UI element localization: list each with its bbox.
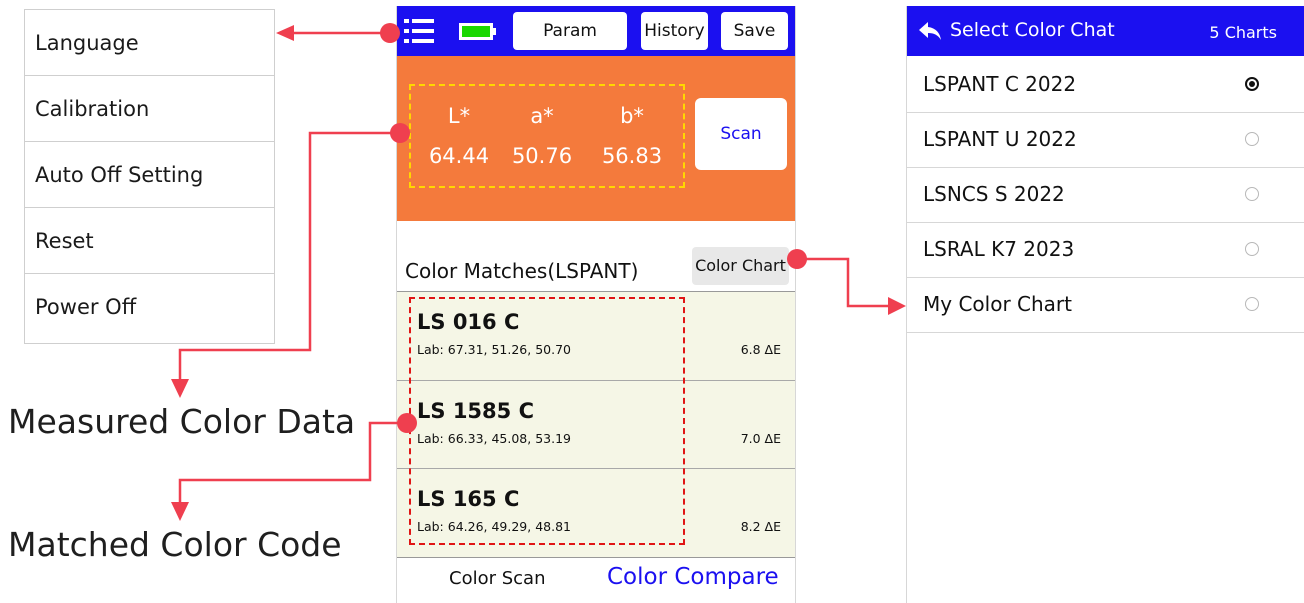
radio-unselected-icon[interactable] (1245, 242, 1259, 256)
bottom-tab-bar: Color Scan Color Compare (397, 557, 795, 603)
radio-unselected-icon[interactable] (1245, 187, 1259, 201)
l-star-label: L* (447, 104, 471, 128)
arrowhead-down-icon (171, 379, 189, 398)
top-toolbar: Param History Save (397, 6, 795, 56)
select-color-chart-screen: Select Color Chat 5 Charts LSPANT C 2022… (906, 6, 1304, 603)
arrowhead-right-icon (888, 297, 906, 315)
match-delta-e: 6.8 ΔE (740, 342, 781, 357)
chart-option-label: My Color Chart (923, 292, 1072, 316)
tab-color-scan[interactable]: Color Scan (449, 568, 545, 589)
menu-item-calibration[interactable]: Calibration (25, 76, 274, 142)
back-arrow-icon[interactable] (917, 18, 943, 44)
arrow-to-chart-select-line (797, 257, 893, 308)
battery-icon (459, 23, 496, 40)
menu-item-power-off[interactable]: Power Off (25, 274, 274, 340)
menu-item-auto-off-setting[interactable]: Auto Off Setting (25, 142, 274, 208)
menu-item-language[interactable]: Language (25, 10, 274, 76)
l-star-value: 64.44 (428, 144, 490, 168)
chart-option-label: LSPANT C 2022 (923, 72, 1077, 96)
callout-measured-color-data: Measured Color Data (8, 402, 356, 441)
chart-option-lspant-u-2022[interactable]: LSPANT U 2022 (907, 113, 1304, 168)
tab-color-compare[interactable]: Color Compare (607, 564, 779, 590)
measurement-panel: L* a* b* 64.44 50.76 56.83 Scan (397, 56, 795, 221)
chart-option-lspant-c-2022[interactable]: LSPANT C 2022 (907, 58, 1304, 113)
arrowhead-left-icon (276, 25, 294, 41)
arrowhead-down-icon (171, 502, 189, 521)
radio-selected-icon[interactable] (1245, 77, 1259, 91)
b-star-label: b* (620, 104, 644, 128)
menu-item-reset[interactable]: Reset (25, 208, 274, 274)
color-matches-title: Color Matches(LSPANT) (405, 259, 639, 283)
menu-list-icon[interactable] (404, 18, 434, 44)
chart-select-title: Select Color Chat (950, 19, 1115, 41)
match-delta-e: 8.2 ΔE (740, 519, 781, 534)
matched-codes-highlight (409, 297, 685, 545)
settings-menu: Language Calibration Auto Off Setting Re… (24, 9, 275, 344)
param-button[interactable]: Param (513, 12, 627, 50)
chart-option-lsral-k7-2023[interactable]: LSRAL K7 2023 (907, 223, 1304, 278)
chart-option-my-color-chart[interactable]: My Color Chart (907, 278, 1304, 333)
callout-matched-color-code: Matched Color Code (8, 525, 342, 564)
chart-count: 5 Charts (1209, 23, 1277, 42)
chart-option-label: LSRAL K7 2023 (923, 237, 1075, 261)
b-star-value: 56.83 (601, 144, 663, 168)
a-star-label: a* (530, 104, 554, 128)
scan-button[interactable]: Scan (695, 98, 787, 170)
a-star-value: 50.76 (511, 144, 573, 168)
main-phone-screen: Param History Save L* a* b* 64.44 50.76 … (396, 6, 796, 603)
save-button[interactable]: Save (721, 12, 788, 50)
color-chart-button[interactable]: Color Chart (692, 247, 789, 285)
chart-option-lsncs-s-2022[interactable]: LSNCS S 2022 (907, 168, 1304, 223)
chart-select-header: Select Color Chat 5 Charts (907, 6, 1304, 56)
match-delta-e: 7.0 ΔE (740, 431, 781, 446)
chart-option-label: LSPANT U 2022 (923, 127, 1077, 151)
history-button[interactable]: History (641, 12, 708, 50)
measured-data-box: L* a* b* 64.44 50.76 56.83 (409, 84, 685, 188)
chart-option-label: LSNCS S 2022 (923, 182, 1065, 206)
radio-unselected-icon[interactable] (1245, 132, 1259, 146)
radio-unselected-icon[interactable] (1245, 297, 1259, 311)
